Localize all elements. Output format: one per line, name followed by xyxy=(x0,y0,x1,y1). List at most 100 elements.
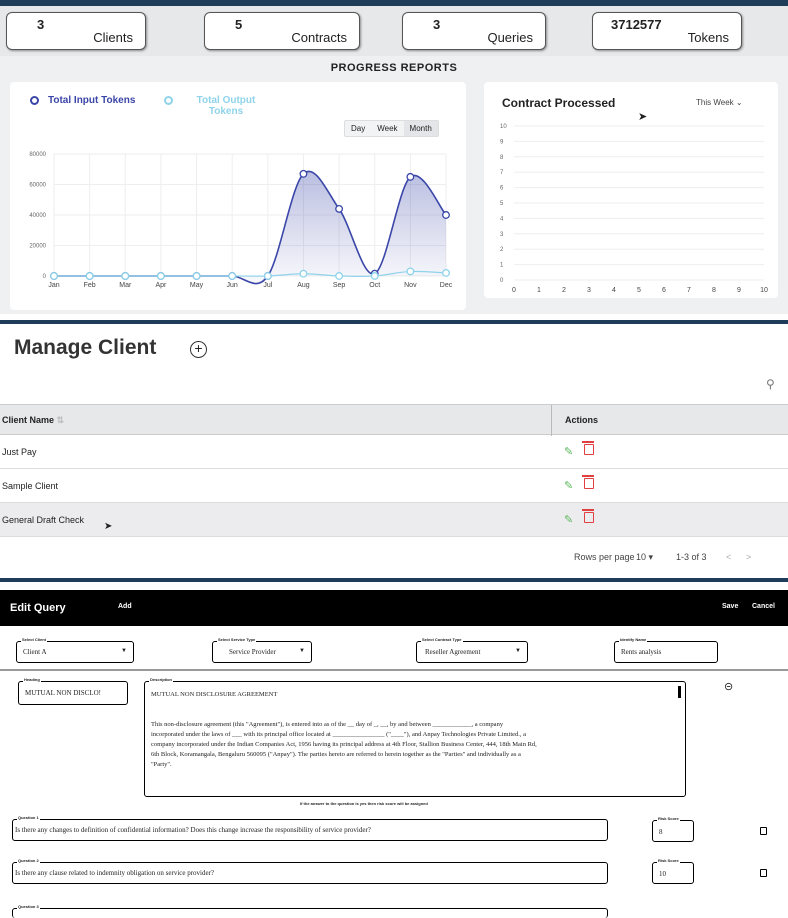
risk-score-input[interactable]: Risk Score 8 xyxy=(652,816,694,842)
stat-clients[interactable]: 3 Clients xyxy=(6,12,146,50)
question-input[interactable]: Question 3 xyxy=(12,904,608,918)
field-caption: Select Contract Type xyxy=(421,637,463,642)
tokens-chart-card: Total Input Tokens Total Output Tokens D… xyxy=(10,82,466,310)
prev-page-icon[interactable]: < xyxy=(726,552,731,562)
rows-per-page-select[interactable]: 10 ▾ xyxy=(636,552,653,563)
caret-down-icon: ▼ xyxy=(515,648,521,654)
risk-score-input[interactable]: Risk Score 10 xyxy=(652,858,694,884)
x-tick-label: Nov xyxy=(404,282,417,289)
x-tick-label: Aug xyxy=(297,282,310,289)
identify-name-input[interactable]: Identify Name Rents analysis xyxy=(614,637,718,663)
heading-input[interactable]: Heading MUTUAL NON DISCLO! xyxy=(18,677,128,705)
question-input[interactable]: Question 1 Is there any changes to defin… xyxy=(12,815,608,841)
y-tick-label: 10 xyxy=(500,124,507,130)
risk-score-value: 10 xyxy=(659,870,666,878)
output-data-point xyxy=(121,272,130,280)
y-tick-label: 3 xyxy=(500,232,504,238)
scrollbar-thumb[interactable] xyxy=(678,686,681,698)
delete-trash-icon[interactable] xyxy=(582,441,594,455)
x-tick-label: 5 xyxy=(637,287,641,294)
client-name: Just Pay xyxy=(2,447,37,457)
caret-down-icon: ▼ xyxy=(299,648,305,654)
y-tick-label: 40000 xyxy=(29,213,46,219)
delete-question-icon[interactable] xyxy=(760,827,767,835)
stat-tokens[interactable]: 3712577 Tokens xyxy=(592,12,742,50)
mouse-cursor-icon: ➤ xyxy=(638,111,648,123)
stat-label: Clients xyxy=(93,30,133,45)
y-tick-label: 6 xyxy=(500,186,504,192)
add-button[interactable]: Add xyxy=(118,603,132,610)
output-data-point xyxy=(335,272,344,280)
stat-label: Tokens xyxy=(687,30,729,45)
y-tick-label: 4 xyxy=(500,216,504,222)
field-caption: Question 2 xyxy=(17,858,40,863)
client-name: Sample Client xyxy=(2,481,59,491)
field-caption: Question 3 xyxy=(17,904,40,909)
field-value: Reseller Agreement xyxy=(425,648,481,656)
edit-pencil-icon[interactable]: ✎ xyxy=(564,479,573,492)
stat-contracts[interactable]: 5 Contracts xyxy=(204,12,360,50)
output-data-point xyxy=(85,272,94,280)
edit-query-title: Edit Query xyxy=(10,602,66,614)
question-input[interactable]: Question 2 Is there any clause related t… xyxy=(12,858,608,884)
x-tick-label: 7 xyxy=(687,287,691,294)
table-row[interactable]: Just Pay ✎ xyxy=(0,435,788,469)
column-client-name[interactable]: Client Name ⇅ xyxy=(2,415,64,426)
stat-label: Contracts xyxy=(291,30,347,45)
column-actions: Actions xyxy=(565,415,599,425)
rows-per-page-value: 10 xyxy=(636,552,647,562)
question-text: Is there any changes to definition of co… xyxy=(15,826,371,834)
save-button[interactable]: Save xyxy=(722,603,738,610)
tokens-area-chart: 0 20000 40000 60000 80000 Jan Feb Mar Apr May Jun J… xyxy=(29,152,452,289)
cancel-button[interactable]: Cancel xyxy=(752,603,775,610)
input-data-point xyxy=(335,204,344,213)
edit-pencil-icon[interactable]: ✎ xyxy=(564,445,573,458)
field-caption: Heading xyxy=(23,677,41,682)
stat-label: Queries xyxy=(487,30,533,45)
x-tick-label: 9 xyxy=(737,287,741,294)
stats-strip: 3 Clients 5 Contracts 3 Queries 3712577 … xyxy=(0,6,788,56)
next-page-icon[interactable]: > xyxy=(746,552,751,562)
output-data-point xyxy=(156,272,165,280)
x-tick-label: Sep xyxy=(333,282,346,289)
risk-score-value: 8 xyxy=(659,828,663,836)
input-data-point xyxy=(299,169,308,178)
table-row[interactable]: Sample Client ✎ xyxy=(0,469,788,503)
stat-queries[interactable]: 3 Queries xyxy=(402,12,546,50)
x-tick-label: Mar xyxy=(119,282,132,289)
contract-line-chart: 0 1 2 3 4 5 6 7 8 9 10 0 1 2 3 4 5 6 7 8 9 10 xyxy=(500,124,768,294)
description-line: 6th Block, Koramangala, Bengaluru 560095… xyxy=(151,751,521,758)
delete-trash-icon[interactable] xyxy=(582,509,594,523)
x-tick-label: 4 xyxy=(612,287,616,294)
x-tick-label: May xyxy=(190,282,204,289)
y-tick-label: 0 xyxy=(500,278,504,284)
y-tick-label: 5 xyxy=(500,201,504,207)
select-client-dropdown[interactable]: Select Client Client A ▼ xyxy=(16,637,134,663)
output-data-point xyxy=(192,272,201,280)
description-title: MUTUAL NON DISCLOSURE AGREEMENT xyxy=(151,691,278,698)
edit-pencil-icon[interactable]: ✎ xyxy=(564,513,573,526)
delete-trash-icon[interactable] xyxy=(582,475,594,489)
caret-down-icon: ▾ xyxy=(648,552,654,562)
mouse-cursor-icon: ➤ xyxy=(104,521,113,532)
x-tick-label: 6 xyxy=(662,287,666,294)
x-tick-label: 3 xyxy=(587,287,591,294)
description-textarea[interactable]: Description MUTUAL NON DISCLOSURE AGREEM… xyxy=(144,677,686,797)
field-caption: Risk Score xyxy=(657,858,680,863)
delete-question-icon[interactable] xyxy=(760,869,767,877)
search-icon[interactable]: ⚲ xyxy=(766,377,775,391)
y-tick-label: 8 xyxy=(500,155,504,161)
output-data-point xyxy=(228,272,237,280)
add-client-icon[interactable]: + xyxy=(190,341,207,358)
y-tick-label: 20000 xyxy=(29,244,46,250)
table-row[interactable]: General Draft Check ✎ ➤ xyxy=(0,503,788,537)
y-tick-label: 1 xyxy=(500,263,504,269)
output-data-point xyxy=(442,268,450,277)
x-tick-label: Jul xyxy=(263,282,272,289)
x-tick-label: 2 xyxy=(562,287,566,294)
remove-circle-icon[interactable]: ⊝ xyxy=(724,680,733,693)
service-type-dropdown[interactable]: Select Service Type Service Provider ▼ xyxy=(212,637,312,663)
input-data-point xyxy=(406,172,415,181)
progress-reports-title: PROGRESS REPORTS xyxy=(330,62,458,74)
contract-type-dropdown[interactable]: Select Contract Type Reseller Agreement … xyxy=(416,637,528,663)
